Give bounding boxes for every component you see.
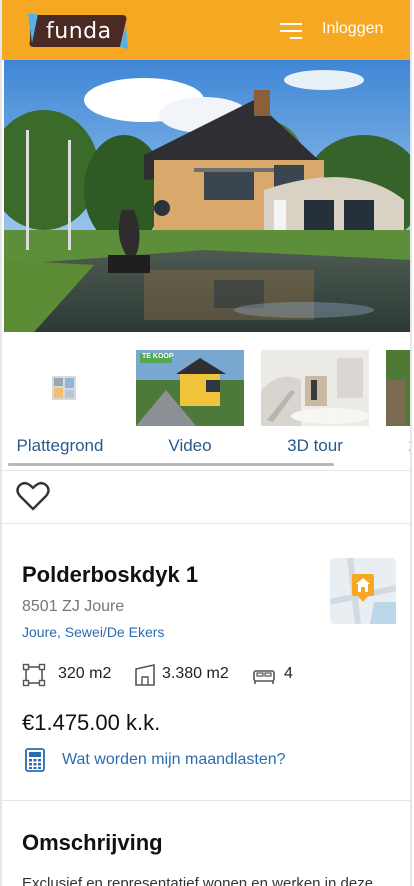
media-item-photos[interactable]: 1: [386, 350, 410, 455]
media-carousel[interactable]: Plattegrond TE KOOP Video 3D tour: [2, 338, 410, 468]
logo-text: funda: [46, 19, 112, 44]
map-pin-icon: [329, 557, 397, 625]
map-button[interactable]: [329, 557, 397, 625]
media-item-3d-tour[interactable]: 3D tour: [261, 350, 369, 455]
house-photo-illustration: [4, 60, 410, 332]
rooms-value: 4: [284, 665, 293, 682]
mortgage-calculator-link[interactable]: Wat worden mijn maandlasten?: [62, 751, 286, 769]
listing-address: Polderboskdyk 1: [22, 562, 199, 587]
divider: [2, 470, 410, 471]
header-bar: funda Inloggen: [2, 0, 410, 60]
description-text: Exclusief en representatief wonen en wer…: [22, 875, 374, 886]
hamburger-menu-icon[interactable]: [280, 23, 302, 39]
video-thumb: TE KOOP: [136, 350, 244, 426]
heart-icon: [16, 481, 50, 511]
media-item-plattegrond[interactable]: Plattegrond: [6, 350, 114, 455]
divider: [2, 800, 410, 801]
favorite-button[interactable]: [16, 480, 50, 512]
living-area-value: 320 m2: [58, 665, 112, 682]
media-item-video[interactable]: TE KOOP Video: [136, 350, 244, 455]
living-area-icon: [22, 663, 46, 687]
media-label-video: Video: [168, 436, 212, 455]
login-link[interactable]: Inloggen: [322, 20, 383, 38]
photos-thumbnail-image: [386, 350, 410, 426]
video-badge: TE KOOP: [142, 353, 174, 360]
description-title: Omschrijving: [22, 830, 163, 855]
plot-area-icon: [135, 664, 155, 686]
calculator-icon: [25, 748, 45, 772]
listing-price: €1.475.00 k.k.: [22, 710, 161, 735]
tour-thumbnail-image: [261, 350, 369, 426]
media-label-3d-tour: 3D tour: [287, 436, 343, 455]
carousel-scrollbar[interactable]: [8, 463, 334, 466]
media-label-photo-count: 1: [408, 436, 410, 456]
divider: [2, 523, 410, 524]
plot-area-value: 3.380 m2: [162, 665, 229, 682]
photos-thumb: [386, 350, 410, 426]
listing-area-link[interactable]: Joure, Sewei/De Ekers: [22, 624, 164, 640]
media-label-plattegrond: Plattegrond: [16, 436, 104, 455]
tour-thumb: [261, 350, 369, 426]
hero-photo[interactable]: [4, 60, 410, 332]
page-frame: funda Inloggen Plattegrond TE KOOP Video…: [0, 0, 412, 886]
bed-icon: [253, 670, 275, 684]
floorplan-thumb: [6, 350, 114, 426]
listing-postal-city: 8501 ZJ Joure: [22, 598, 125, 615]
floorplan-icon: [52, 376, 76, 400]
video-thumbnail-image: [136, 350, 244, 426]
